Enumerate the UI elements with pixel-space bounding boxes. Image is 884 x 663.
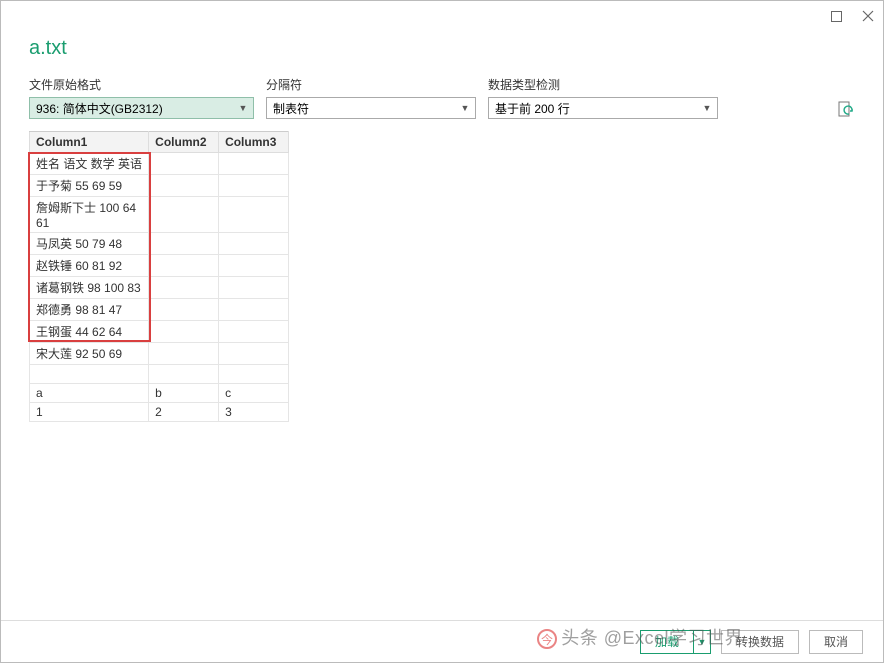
table-cell[interactable]: 于予菊 55 69 59: [30, 175, 149, 197]
delimiter-value: 制表符: [273, 100, 309, 117]
table-cell[interactable]: [219, 343, 289, 365]
column-header[interactable]: Column1: [30, 132, 149, 153]
table-cell[interactable]: [219, 153, 289, 175]
table-row[interactable]: 于予菊 55 69 59: [30, 175, 289, 197]
table-cell[interactable]: [219, 255, 289, 277]
table-cell[interactable]: 王钢蛋 44 62 64: [30, 321, 149, 343]
data-type-value: 基于前 200 行: [495, 100, 570, 117]
file-origin-label: 文件原始格式: [29, 76, 254, 93]
table-cell[interactable]: [149, 321, 219, 343]
table-cell[interactable]: [30, 365, 149, 384]
table-row[interactable]: 宋大莲 92 50 69: [30, 343, 289, 365]
load-button-label: 加载: [641, 631, 694, 653]
table-cell[interactable]: 詹姆斯下士 100 64 61: [30, 197, 149, 233]
table-header-row: Column1 Column2 Column3: [30, 132, 289, 153]
table-cell[interactable]: [219, 233, 289, 255]
table-cell[interactable]: [149, 255, 219, 277]
table-cell[interactable]: b: [149, 384, 219, 403]
table-row[interactable]: abc: [30, 384, 289, 403]
table-row[interactable]: 詹姆斯下士 100 64 61: [30, 197, 289, 233]
table-cell[interactable]: [149, 365, 219, 384]
table-cell[interactable]: [149, 343, 219, 365]
delimiter-dropdown[interactable]: 制表符 ▼: [266, 97, 476, 119]
data-type-dropdown[interactable]: 基于前 200 行 ▼: [488, 97, 718, 119]
column-header[interactable]: Column3: [219, 132, 289, 153]
table-cell[interactable]: 3: [219, 403, 289, 422]
table-row[interactable]: 赵铁锤 60 81 92: [30, 255, 289, 277]
table-cell[interactable]: 宋大莲 92 50 69: [30, 343, 149, 365]
dialog-window: a.txt 文件原始格式 936: 简体中文(GB2312) ▼ 分隔符 制表符…: [0, 0, 884, 663]
transform-button[interactable]: 转换数据: [721, 630, 799, 654]
chevron-down-icon: ▼: [457, 103, 473, 113]
titlebar: [1, 1, 883, 31]
file-origin-value: 936: 简体中文(GB2312): [36, 100, 163, 117]
close-icon[interactable]: [861, 9, 875, 23]
cancel-button-label: 取消: [824, 633, 848, 650]
table-row[interactable]: 123: [30, 403, 289, 422]
dialog-footer: 加载 ▼ 转换数据 取消: [1, 620, 883, 662]
table-cell[interactable]: 郑德勇 98 81 47: [30, 299, 149, 321]
table-row[interactable]: 马凤英 50 79 48: [30, 233, 289, 255]
chevron-down-icon: ▼: [699, 103, 715, 113]
table-row[interactable]: 王钢蛋 44 62 64: [30, 321, 289, 343]
preview-table-area: Column1 Column2 Column3 姓名 语文 数学 英语于予菊 5…: [29, 131, 289, 422]
table-cell[interactable]: [219, 299, 289, 321]
table-cell[interactable]: 马凤英 50 79 48: [30, 233, 149, 255]
data-type-label: 数据类型检测: [488, 76, 718, 93]
chevron-down-icon[interactable]: ▼: [694, 637, 710, 647]
maximize-icon[interactable]: [829, 9, 843, 23]
table-row[interactable]: [30, 365, 289, 384]
table-cell[interactable]: [149, 233, 219, 255]
table-cell[interactable]: a: [30, 384, 149, 403]
table-cell[interactable]: [219, 197, 289, 233]
table-cell[interactable]: [219, 175, 289, 197]
table-row[interactable]: 诸葛钢铁 98 100 83: [30, 277, 289, 299]
table-cell[interactable]: c: [219, 384, 289, 403]
table-cell[interactable]: [219, 277, 289, 299]
table-cell[interactable]: [219, 321, 289, 343]
preview-table: Column1 Column2 Column3 姓名 语文 数学 英语于予菊 5…: [29, 131, 289, 422]
transform-button-label: 转换数据: [736, 633, 784, 650]
table-cell[interactable]: [149, 197, 219, 233]
table-cell[interactable]: 诸葛钢铁 98 100 83: [30, 277, 149, 299]
table-cell[interactable]: 赵铁锤 60 81 92: [30, 255, 149, 277]
file-origin-group: 文件原始格式 936: 简体中文(GB2312) ▼: [29, 76, 254, 119]
delimiter-label: 分隔符: [266, 76, 476, 93]
page-title: a.txt: [1, 31, 883, 76]
table-cell[interactable]: [149, 299, 219, 321]
table-cell[interactable]: [219, 365, 289, 384]
data-type-group: 数据类型检测 基于前 200 行 ▼: [488, 76, 718, 119]
table-row[interactable]: 郑德勇 98 81 47: [30, 299, 289, 321]
table-row[interactable]: 姓名 语文 数学 英语: [30, 153, 289, 175]
table-cell[interactable]: 姓名 语文 数学 英语: [30, 153, 149, 175]
cancel-button[interactable]: 取消: [809, 630, 863, 654]
table-cell[interactable]: 2: [149, 403, 219, 422]
column-header[interactable]: Column2: [149, 132, 219, 153]
delimiter-group: 分隔符 制表符 ▼: [266, 76, 476, 119]
table-cell[interactable]: [149, 175, 219, 197]
refresh-icon[interactable]: [837, 101, 855, 119]
chevron-down-icon: ▼: [235, 103, 251, 113]
file-origin-dropdown[interactable]: 936: 简体中文(GB2312) ▼: [29, 97, 254, 119]
load-button[interactable]: 加载 ▼: [640, 630, 711, 654]
table-cell[interactable]: [149, 153, 219, 175]
controls-row: 文件原始格式 936: 简体中文(GB2312) ▼ 分隔符 制表符 ▼ 数据类…: [1, 76, 883, 119]
table-cell[interactable]: [149, 277, 219, 299]
table-cell[interactable]: 1: [30, 403, 149, 422]
